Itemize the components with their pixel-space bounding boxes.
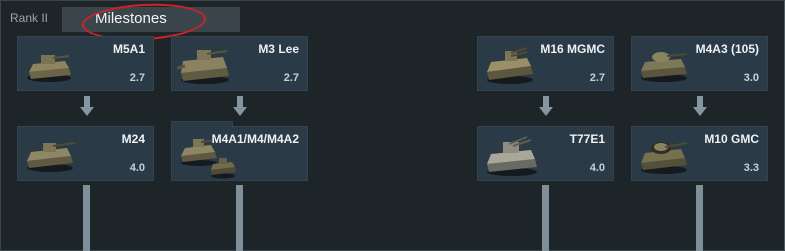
vehicle-card-m24[interactable]: M24 4.0 [17,126,154,181]
arrow-down-icon [539,96,553,116]
arrow-down-icon [693,96,707,116]
vehicle-name: M16 MGMC [540,42,605,56]
vehicle-card-t77e1[interactable]: T77E1 4.0 [477,126,614,181]
tree-connector-line [236,185,243,251]
tank-destroyer-icon [641,142,688,174]
vehicle-name: M4A3 (105) [695,42,759,56]
tree-connector-line [542,185,549,251]
tree-connector-line [83,185,90,251]
vehicle-name: M24 [121,132,145,146]
vehicle-card-m3lee[interactable]: M3 Lee 2.7 [171,36,308,91]
arrow-down-icon [80,96,94,116]
light-tank-icon [27,55,71,82]
spaa-tank-icon [487,136,537,176]
vehicle-card-m5a1[interactable]: M5A1 2.7 [17,36,154,91]
battle-rating: 2.7 [129,72,145,84]
vehicle-name: M10 GMC [704,132,759,146]
vehicle-card-m10[interactable]: M10 GMC 3.3 [631,126,768,181]
vehicle-group-card-m4a1[interactable]: M4A1/M4/M4A2 [171,121,308,181]
battle-rating: 3.0 [743,72,759,84]
arrow-down-icon [233,96,247,116]
battle-rating: 3.3 [743,162,759,174]
vehicle-name: M3 Lee [258,42,299,56]
milestones-tab-label: Milestones [95,10,167,27]
rank-label: Rank II [10,11,49,25]
tree-connector-line [696,185,703,251]
battle-rating: 4.0 [589,162,605,174]
vehicle-name: M4A1/M4/M4A2 [211,132,299,146]
vehicle-name: T77E1 [569,132,605,146]
battle-rating: 2.7 [283,72,299,84]
vehicle-name: M5A1 [112,42,145,56]
medium-tank-icon [641,52,688,82]
light-tank-icon [27,142,76,172]
medium-tank-icon [177,50,229,84]
battle-rating: 4.0 [129,162,145,174]
battle-rating: 2.7 [589,72,605,84]
vehicle-card-m4a3[interactable]: M4A3 (105) 3.0 [631,36,768,91]
halftrack-icon [487,47,533,84]
vehicle-card-m16[interactable]: M16 MGMC 2.7 [477,36,614,91]
